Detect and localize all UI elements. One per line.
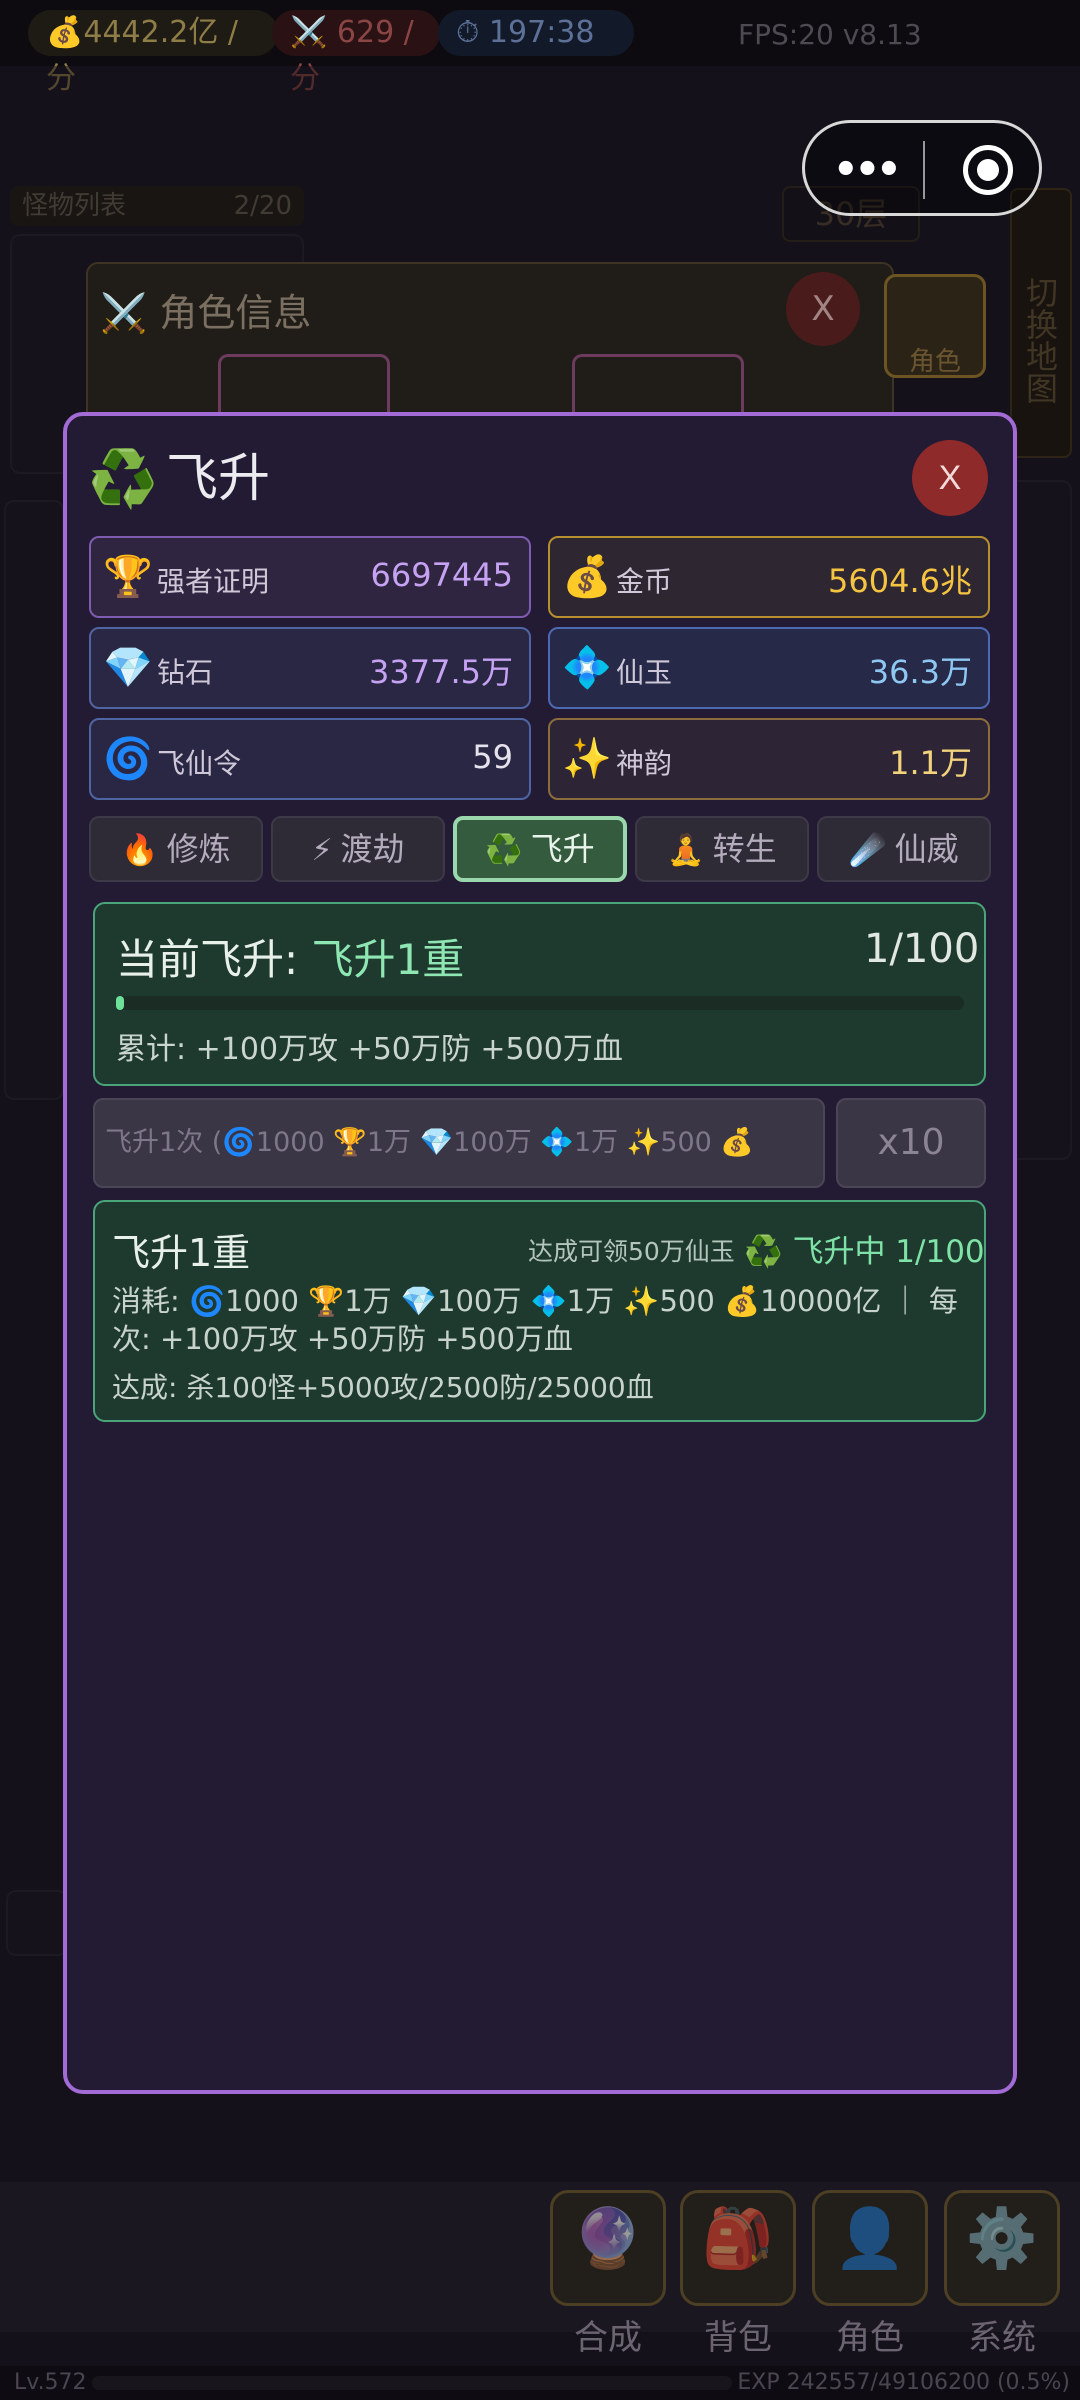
resource-value: 36.3万 <box>868 653 972 691</box>
timer-badge: ⏱ 197:38 <box>438 10 634 56</box>
resource-value: 5604.6兆 <box>828 562 972 600</box>
backpack-icon: 🎒 <box>701 2204 775 2272</box>
fps-label: FPS:20 v8.13 <box>738 18 922 51</box>
nav-character-label: 角色 <box>836 2318 904 2358</box>
ascension-progress-fill <box>116 996 124 1010</box>
jade-icon: 💠 <box>562 645 612 691</box>
gear-icon: ⚙️ <box>965 2204 1039 2272</box>
gold-rate-badge: 💰4442.2亿 /分 <box>28 10 278 96</box>
character-info-title: ⚔️ 角色信息 <box>100 291 312 335</box>
tab-rebirth[interactable]: 🧘 转生 <box>635 816 809 882</box>
resource-label: 强者证明 <box>157 565 270 598</box>
resource-strong-proof: 🏆 强者证明 6697445 <box>89 536 531 618</box>
diamond-icon: 💎 <box>103 645 153 691</box>
close-miniprogram-icon[interactable] <box>963 145 1013 195</box>
nav-system-label: 系统 <box>968 2318 1036 2358</box>
resource-value: 1.1万 <box>889 744 972 782</box>
modal-title: 飞升 <box>166 449 271 509</box>
resource-label: 金币 <box>616 565 673 598</box>
tier-status: ♻️ 飞升中 1/100 <box>744 1234 985 1270</box>
ascension-progress-track <box>116 996 964 1010</box>
trophy-icon: 🏆 <box>103 554 153 600</box>
more-options-icon[interactable]: ••• <box>833 147 902 193</box>
miniprogram-capsule: ••• <box>802 120 1042 216</box>
ascension-total-bonus: 累计: +100万攻 +50万防 +500万血 <box>116 1032 623 1067</box>
tier-name: 飞升1重 <box>112 1231 251 1275</box>
ascend-x10-button[interactable]: x10 <box>836 1098 986 1188</box>
tier-cost: 消耗: 🌀1000 🏆1万 💎100万 💠1万 ✨500 💰10000亿 ｜ 每… <box>112 1284 958 1356</box>
tier-reward-hint: 达成可领50万仙玉 <box>528 1237 735 1266</box>
resource-gold: 💰 金币 5604.6兆 <box>548 536 990 618</box>
tab-immortal-might[interactable]: ☄️ 仙威 <box>817 816 991 882</box>
resource-value: 6697445 <box>370 556 513 594</box>
tier-requirement: 达成: 杀100怪+5000攻/2500防/25000血 <box>112 1371 654 1404</box>
nav-synthesis-label: 合成 <box>574 2318 642 2358</box>
recycle-icon: ♻️ <box>88 447 158 512</box>
nav-backpack-label: 背包 <box>704 2318 772 2358</box>
resource-diamond: 💎 钻石 3377.5万 <box>89 627 531 709</box>
resource-label: 飞仙令 <box>157 747 242 780</box>
crystal-ball-icon: 🔮 <box>571 2204 645 2272</box>
current-ascension-name: 飞升1重 <box>311 935 465 984</box>
close-button[interactable]: X <box>912 440 988 516</box>
money-bag-icon: 💰 <box>562 554 612 600</box>
tab-cultivation[interactable]: 🔥 修炼 <box>89 816 263 882</box>
resource-immortal-token: 🌀 飞仙令 59 <box>89 718 531 800</box>
recycle-icon: ♻️ <box>485 833 523 868</box>
ascend-once-button[interactable]: 飞升1次 (🌀1000 🏆1万 💎100万 💠1万 ✨500 💰10000亿) <box>93 1098 825 1244</box>
role-tab-button[interactable]: 角色 <box>884 274 986 378</box>
swords-icon: ⚔️ <box>100 291 160 335</box>
current-ascension-label: 当前飞升: 飞升1重 <box>116 935 465 984</box>
resource-label: 仙玉 <box>616 656 673 689</box>
resource-value: 59 <box>472 738 513 776</box>
character-info-close-button[interactable]: X <box>786 272 860 346</box>
swirl-icon: 🌀 <box>103 736 153 782</box>
meditation-icon: 🧘 <box>667 833 705 868</box>
exp-bar <box>92 2376 732 2390</box>
kill-rate-badge: ⚔️ 629 /分 <box>272 10 440 96</box>
current-ascension-count: 1/100 <box>864 926 980 972</box>
tab-tribulation[interactable]: ⚡ 渡劫 <box>271 816 445 882</box>
resource-label: 钻石 <box>157 656 214 689</box>
fire-icon: 🔥 <box>121 833 159 868</box>
equip-slot[interactable] <box>572 354 744 414</box>
resource-label: 神韵 <box>616 747 673 780</box>
resource-value: 3377.5万 <box>369 653 513 691</box>
resource-divine-charm: ✨ 神韵 1.1万 <box>548 718 990 800</box>
person-icon: 👤 <box>833 2204 907 2272</box>
resource-jade: 💠 仙玉 36.3万 <box>548 627 990 709</box>
exp-footer: Lv.572 EXP 242557/49106200 (0.5%) <box>0 2366 1080 2400</box>
tab-ascension[interactable]: ♻️ 飞升 <box>453 816 627 882</box>
equip-slot[interactable] <box>218 354 390 414</box>
player-level: Lv.572 <box>14 2370 87 2395</box>
comet-icon: ☄️ <box>849 833 887 868</box>
exp-text: EXP 242557/49106200 (0.5%) <box>737 2370 1070 2395</box>
lightning-icon: ⚡ <box>311 833 333 868</box>
sparkles-icon: ✨ <box>562 736 612 782</box>
capsule-divider <box>923 141 925 199</box>
